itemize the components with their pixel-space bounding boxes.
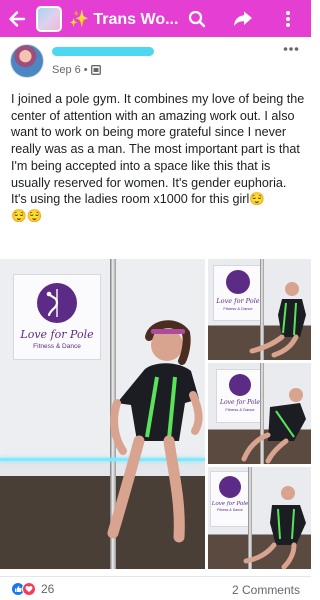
post-meta: Sep 6 • (52, 64, 101, 76)
group-icon (90, 65, 101, 75)
post-paragraph: I joined a pole gym. It combines my love… (11, 92, 305, 190)
back-arrow-icon (9, 10, 26, 27)
dancer-figure (241, 388, 306, 464)
brand-name: Love for Pole (20, 328, 94, 341)
love-reaction-icon (22, 582, 36, 596)
post-more-options[interactable] (283, 41, 299, 52)
share-icon (234, 11, 252, 26)
more-horizontal-icon (283, 47, 299, 51)
dancer-figure (249, 282, 306, 358)
share-button[interactable] (226, 0, 260, 37)
redacted-author-name[interactable] (52, 47, 154, 56)
meta-separator: • (83, 64, 88, 76)
dancer-figure (243, 486, 306, 569)
comments-count-link[interactable]: 2 Comments (232, 583, 300, 597)
search-icon (188, 10, 206, 27)
dancer-figure (107, 320, 203, 543)
post-paragraph: It's using the ladies room x1000 for thi… (11, 192, 265, 207)
reaction-count: 26 (41, 582, 55, 596)
side-photo-1[interactable]: Love for Pole Fitness & Dance (208, 259, 311, 360)
more-options-button[interactable] (271, 0, 305, 37)
reactions-summary[interactable]: 26 (11, 582, 54, 596)
post-date[interactable]: Sep 6 (52, 64, 81, 76)
group-thumbnail[interactable] (36, 5, 62, 32)
post-footer: 26 2 Comments (0, 576, 311, 600)
author-avatar[interactable] (10, 44, 44, 78)
more-vertical-icon (286, 10, 290, 27)
side-photo-3[interactable]: Love for Pole Fitness & Dance (208, 467, 311, 569)
side-photo-2[interactable]: Love for Pole Fitness & Dance (208, 363, 311, 464)
post-paragraph: 😌😌 (11, 208, 43, 223)
group-header-bar: ✨ Trans Wo... (0, 0, 311, 37)
brand-subtitle: Fitness & Dance (33, 343, 81, 350)
post-body: I joined a pole gym. It combines my love… (11, 91, 305, 225)
main-photo[interactable]: Love for Pole Fitness & Dance (0, 259, 205, 569)
search-button[interactable] (180, 0, 214, 37)
brand-logo-icon (37, 283, 77, 323)
back-button[interactable] (0, 0, 34, 37)
post-header: Sep 6 • (0, 37, 311, 87)
sparkle-emoji: ✨ (69, 10, 89, 28)
group-title-text: Trans Wo... (93, 10, 179, 28)
photo-grid: Love for Pole Fitness & Dance Love for P… (0, 259, 311, 569)
